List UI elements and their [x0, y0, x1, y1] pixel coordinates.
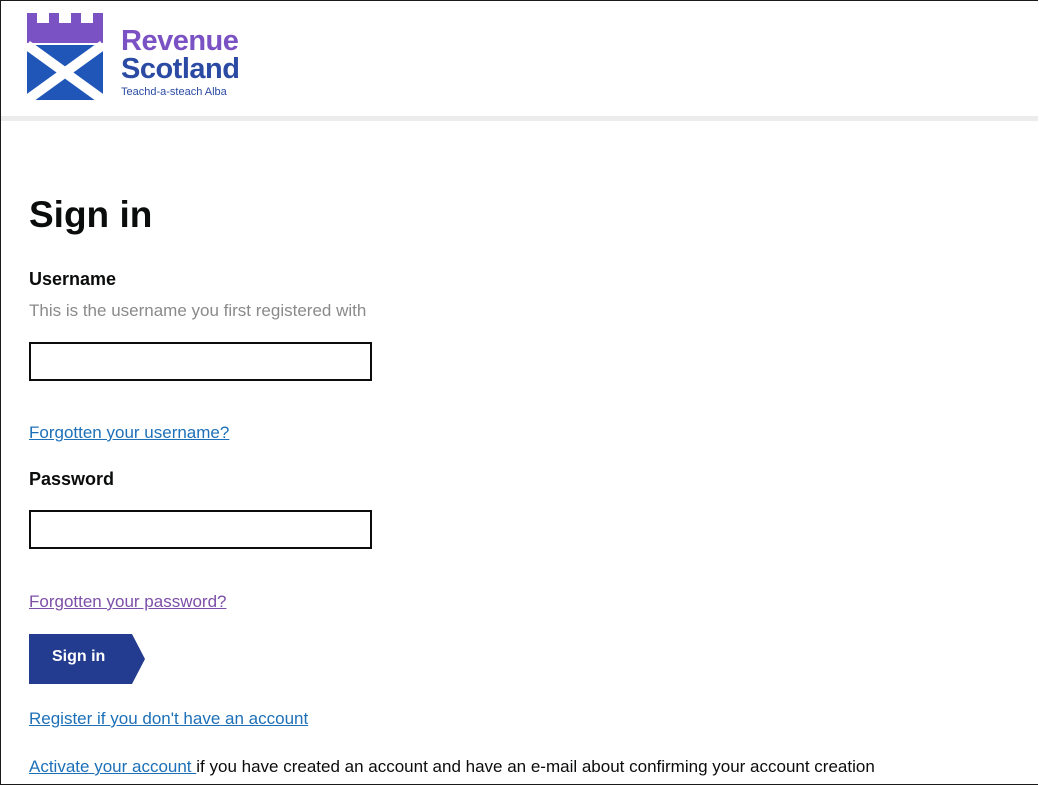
saltire-castle-icon — [27, 13, 106, 105]
password-input[interactable] — [29, 510, 372, 549]
logo-line-scotland: Scotland — [121, 53, 240, 85]
page-frame: Revenue Scotland Teachd-a-steach Alba Si… — [0, 0, 1038, 785]
logo-line-revenue: Revenue — [121, 25, 239, 57]
password-label: Password — [29, 469, 115, 489]
revenue-scotland-logo[interactable]: Revenue Scotland Teachd-a-steach Alba — [27, 13, 247, 105]
activate-account-text: Activate your account if you have create… — [29, 757, 875, 777]
site-header: Revenue Scotland Teachd-a-steach Alba — [1, 1, 1038, 121]
forgotten-username-link[interactable]: Forgotten your username? — [29, 423, 229, 443]
username-hint: This is the username you first registere… — [29, 301, 367, 320]
forgotten-password-link[interactable]: Forgotten your password? — [29, 592, 227, 612]
username-input[interactable] — [29, 342, 372, 381]
logo-tagline: Teachd-a-steach Alba — [121, 86, 227, 98]
username-label: Username — [29, 269, 117, 289]
activate-account-suffix: if you have created an account and have … — [196, 757, 875, 776]
sign-in-button-label: Sign in — [52, 648, 106, 665]
page-title: Sign in — [29, 194, 153, 235]
register-link[interactable]: Register if you don't have an account — [29, 709, 308, 729]
activate-account-link[interactable]: Activate your account — [29, 757, 196, 776]
